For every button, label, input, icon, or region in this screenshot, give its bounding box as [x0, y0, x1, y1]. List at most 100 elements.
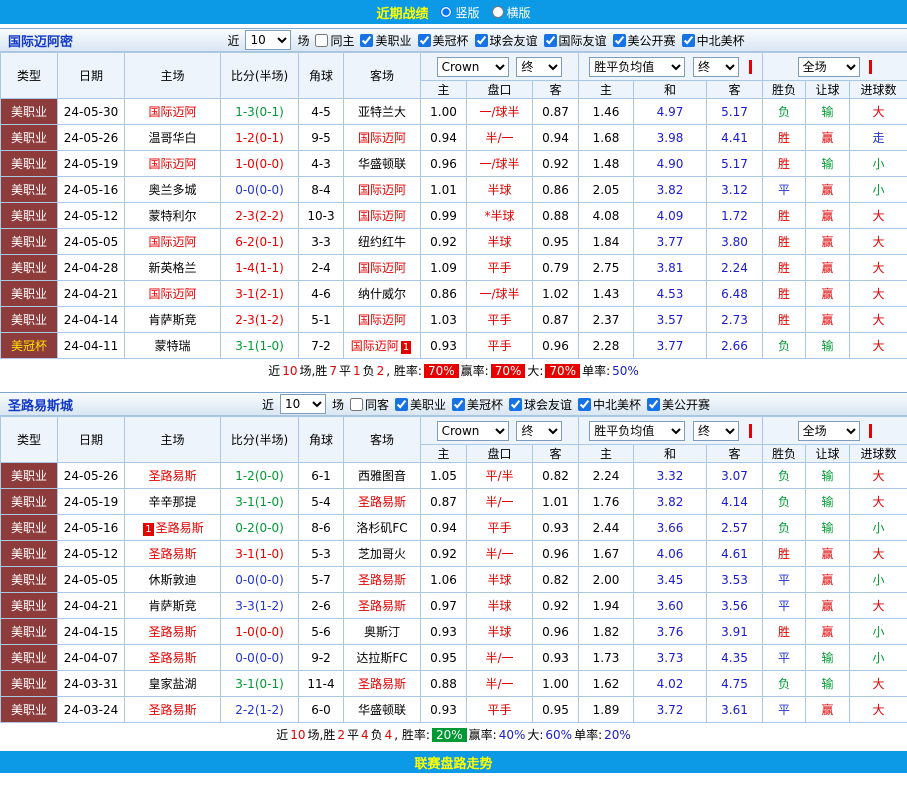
away-team-cell[interactable]: 华盛顿联 — [344, 697, 421, 723]
score-cell: 3-1(0-1) — [221, 671, 299, 697]
away-team-cell[interactable]: 西雅图音 — [344, 463, 421, 489]
league-filter[interactable]: 中北美杯 — [682, 32, 745, 49]
odds-company-select[interactable]: Crown — [437, 57, 509, 77]
asia-final-select[interactable]: 终 — [516, 421, 562, 441]
europe-final-select[interactable]: 终 — [693, 421, 739, 441]
away-team-cell[interactable]: 华盛顿联 — [344, 151, 421, 177]
vertical-radio[interactable] — [440, 6, 452, 18]
league-checkbox[interactable] — [475, 34, 488, 47]
layout-vertical-option[interactable]: 竖版 — [440, 4, 479, 21]
europe-odds-header: 胜平负均值 终 — [579, 417, 763, 445]
home-team-cell[interactable]: 国际迈阿 — [125, 99, 221, 125]
home-team-cell[interactable]: 皇家盐湖 — [125, 671, 221, 697]
same-venue-filter[interactable]: 同主 — [315, 32, 354, 49]
away-team-cell[interactable]: 圣路易斯 — [344, 671, 421, 697]
scope-select[interactable]: 全场 — [798, 421, 860, 441]
away-team-cell[interactable]: 国际迈阿 — [344, 255, 421, 281]
europe-final-select[interactable]: 终 — [693, 57, 739, 77]
result-cell: 负 — [763, 463, 806, 489]
europe-odds-select[interactable]: 胜平负均值 — [589, 57, 685, 77]
league-filter[interactable]: 美冠杯 — [452, 396, 503, 413]
league-filter[interactable]: 美职业 — [395, 396, 446, 413]
league-filter[interactable]: 美冠杯 — [418, 32, 469, 49]
home-team-cell[interactable]: 蒙特利尔 — [125, 203, 221, 229]
away-team-cell[interactable]: 纽约红牛 — [344, 229, 421, 255]
asia-away-odds-cell: 1.02 — [533, 281, 579, 307]
away-team-cell[interactable]: 圣路易斯 — [344, 489, 421, 515]
home-team-cell[interactable]: 国际迈阿 — [125, 281, 221, 307]
home-team-name: 圣路易斯 — [148, 469, 196, 483]
europe-odds-select[interactable]: 胜平负均值 — [589, 421, 685, 441]
home-team-cell[interactable]: 国际迈阿 — [125, 229, 221, 255]
same-venue-checkbox[interactable] — [315, 34, 328, 47]
home-team-cell[interactable]: 1圣路易斯 — [125, 515, 221, 541]
asia-final-select[interactable]: 终 — [516, 57, 562, 77]
europe-away-cell: 2.73 — [707, 307, 763, 333]
away-team-cell[interactable]: 达拉斯FC — [344, 645, 421, 671]
team-name[interactable]: 国际迈阿密 — [8, 31, 73, 50]
home-team-cell[interactable]: 休斯敦迪 — [125, 567, 221, 593]
league-filter[interactable]: 美公开赛 — [613, 32, 676, 49]
near-count-select[interactable]: 10 — [245, 30, 291, 50]
near-count-select[interactable]: 10 — [280, 394, 326, 414]
home-team-cell[interactable]: 圣路易斯 — [125, 619, 221, 645]
horizontal-radio[interactable] — [492, 6, 504, 18]
away-team-cell[interactable]: 洛杉矶FC — [344, 515, 421, 541]
league-filter[interactable]: 球会友谊 — [475, 32, 538, 49]
asia-away-odds-cell: 0.94 — [533, 125, 579, 151]
away-team-cell[interactable]: 国际迈阿 — [344, 203, 421, 229]
league-checkbox[interactable] — [395, 398, 408, 411]
europe-away-cell: 3.07 — [707, 463, 763, 489]
league-checkbox[interactable] — [360, 34, 373, 47]
away-team-cell[interactable]: 圣路易斯 — [344, 593, 421, 619]
league-filter[interactable]: 美职业 — [360, 32, 411, 49]
league-filter[interactable]: 中北美杯 — [578, 396, 641, 413]
away-team-cell[interactable]: 国际迈阿1 — [344, 333, 421, 359]
home-team-cell[interactable]: 蒙特瑞 — [125, 333, 221, 359]
team-name[interactable]: 圣路易斯城 — [8, 395, 73, 414]
corner-cell: 3-3 — [299, 229, 344, 255]
home-team-cell[interactable]: 圣路易斯 — [125, 645, 221, 671]
europe-home-cell: 2.00 — [579, 567, 634, 593]
league-checkbox[interactable] — [613, 34, 626, 47]
home-team-cell[interactable]: 奥兰多城 — [125, 177, 221, 203]
league-filter[interactable]: 国际友谊 — [544, 32, 607, 49]
same-venue-filter[interactable]: 同客 — [350, 396, 389, 413]
away-team-cell[interactable]: 纳什威尔 — [344, 281, 421, 307]
away-team-cell[interactable]: 国际迈阿 — [344, 307, 421, 333]
home-team-cell[interactable]: 肯萨斯竞 — [125, 307, 221, 333]
league-checkbox[interactable] — [647, 398, 660, 411]
league-filter[interactable]: 美公开赛 — [647, 396, 710, 413]
result-cell: 胜 — [763, 255, 806, 281]
league-filter[interactable]: 球会友谊 — [509, 396, 572, 413]
away-team-cell[interactable]: 芝加哥火 — [344, 541, 421, 567]
asia-handicap-cell: 平手 — [467, 515, 533, 541]
odds-company-select[interactable]: Crown — [437, 421, 509, 441]
home-team-cell[interactable]: 国际迈阿 — [125, 151, 221, 177]
scope-select[interactable]: 全场 — [798, 57, 860, 77]
home-team-cell[interactable]: 圣路易斯 — [125, 697, 221, 723]
home-team-cell[interactable]: 圣路易斯 — [125, 541, 221, 567]
league-checkbox[interactable] — [544, 34, 557, 47]
away-team-cell[interactable]: 圣路易斯 — [344, 567, 421, 593]
europe-home-cell: 1.89 — [579, 697, 634, 723]
league-checkbox[interactable] — [578, 398, 591, 411]
home-team-cell[interactable]: 辛辛那提 — [125, 489, 221, 515]
away-team-cell[interactable]: 国际迈阿 — [344, 125, 421, 151]
home-team-cell[interactable]: 肯萨斯竞 — [125, 593, 221, 619]
away-team-cell[interactable]: 奥斯汀 — [344, 619, 421, 645]
league-checkbox[interactable] — [452, 398, 465, 411]
home-team-cell[interactable]: 新英格兰 — [125, 255, 221, 281]
home-team-cell[interactable]: 圣路易斯 — [125, 463, 221, 489]
home-team-cell[interactable]: 温哥华白 — [125, 125, 221, 151]
away-team-cell[interactable]: 国际迈阿 — [344, 177, 421, 203]
league-checkbox[interactable] — [682, 34, 695, 47]
corner-cell: 10-3 — [299, 203, 344, 229]
asia-home-odds-cell: 0.88 — [421, 671, 467, 697]
away-team-cell[interactable]: 亚特兰大 — [344, 99, 421, 125]
layout-horizontal-option[interactable]: 横版 — [492, 4, 531, 21]
same-venue-checkbox[interactable] — [350, 398, 363, 411]
league-checkbox[interactable] — [418, 34, 431, 47]
league-checkbox[interactable] — [509, 398, 522, 411]
handicap-result-cell: 赢 — [806, 281, 850, 307]
